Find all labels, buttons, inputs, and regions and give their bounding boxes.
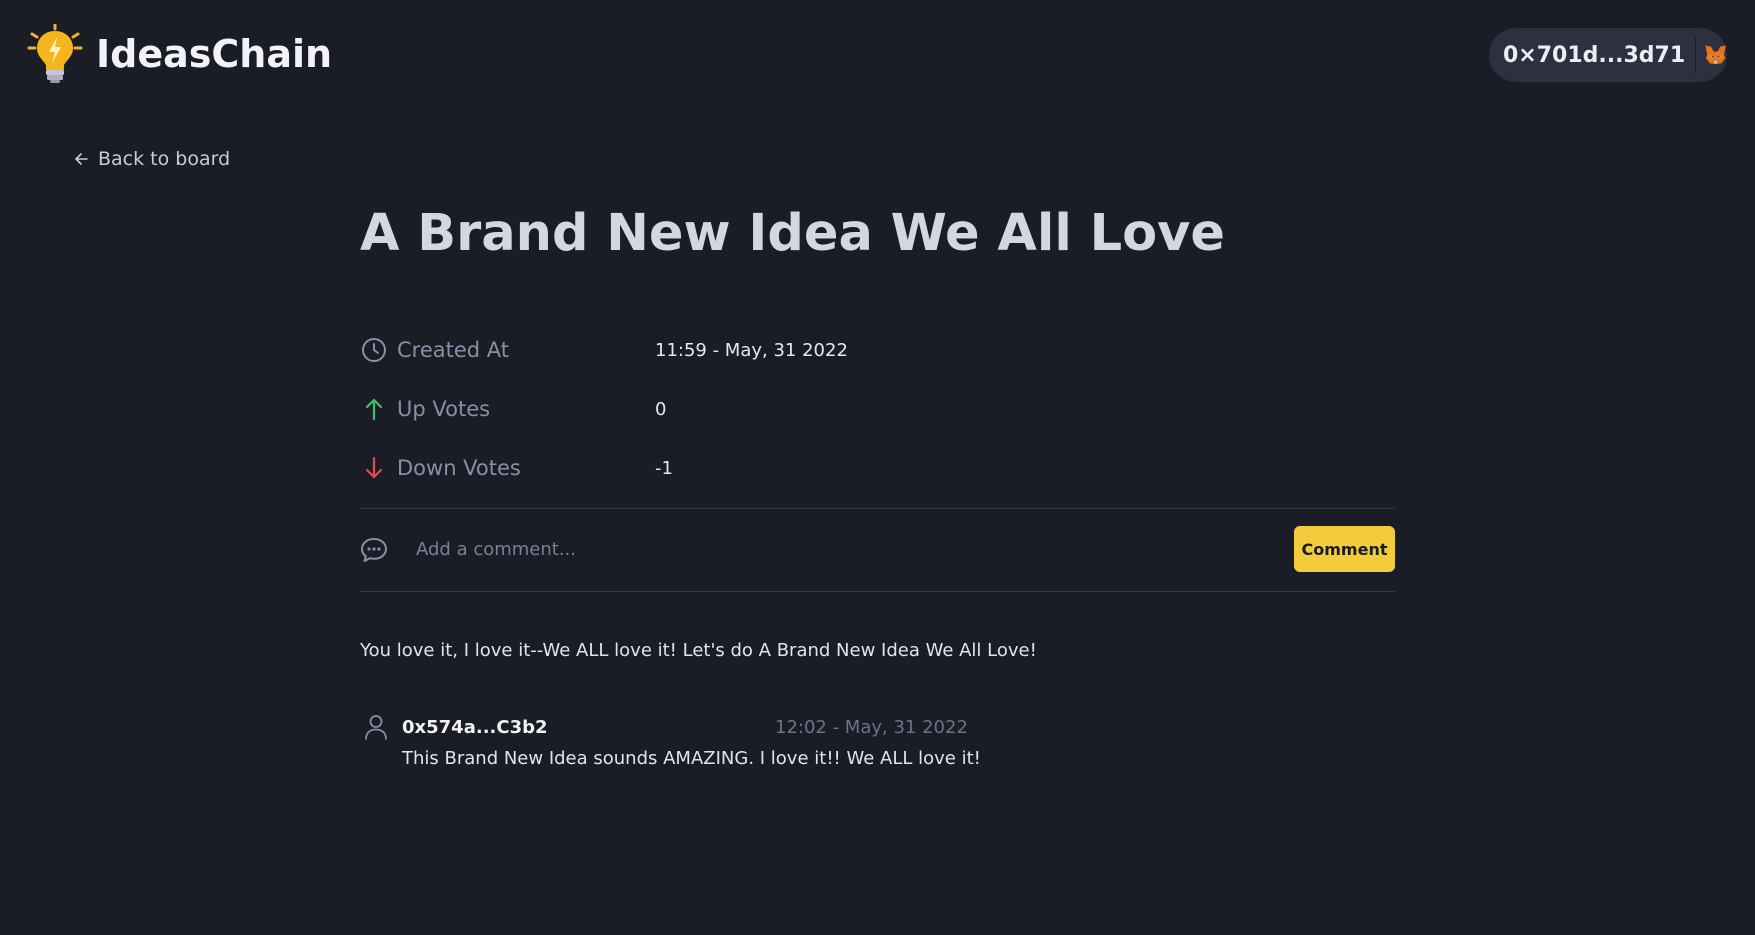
comment-timestamp: 12:02 - May, 31 2022 [775,717,968,738]
lightbulb-icon [27,24,83,83]
chat-bubble-icon [361,538,387,562]
arrow-up-icon [360,395,388,423]
wallet-divider [1695,37,1696,73]
up-votes-value: 0 [655,398,667,420]
wallet-address: 0×701d...3d71 [1503,42,1686,68]
comment-form: Comment [360,510,1395,588]
back-to-board-link[interactable]: Back to board [74,148,230,170]
clock-icon [360,336,388,364]
comment-text: This Brand New Idea sounds AMAZING. I lo… [402,748,981,769]
arrow-down-icon [360,454,388,482]
divider [360,508,1395,509]
meta-label: Up Votes [397,397,491,421]
meta-row-created-at: Created At 11:59 - May, 31 2022 [360,333,1080,367]
metamask-fox-icon [1705,45,1726,65]
app-header: IdeasChain 0×701d...3d71 [0,0,1755,110]
created-at-value: 11:59 - May, 31 2022 [655,339,848,361]
back-link-label: Back to board [98,148,231,170]
comment-button[interactable]: Comment [1294,526,1395,572]
arrow-left-icon [75,153,88,165]
comment-item: 0x574a...C3b2 12:02 - May, 31 2022 This … [360,712,981,772]
divider [360,591,1395,592]
app-logo[interactable]: IdeasChain [26,24,332,84]
user-icon [365,715,387,740]
meta-row-down-votes: Down Votes -1 [360,451,1080,485]
app-name: IdeasChain [96,32,333,76]
meta-label: Down Votes [397,456,521,480]
meta-label: Created At [397,338,510,362]
idea-title: A Brand New Idea We All Love [360,204,1225,263]
meta-row-up-votes: Up Votes 0 [360,392,1080,426]
idea-description: You love it, I love it--We ALL love it! … [360,640,1037,661]
down-votes-value: -1 [655,457,673,479]
comment-author[interactable]: 0x574a...C3b2 [402,717,548,738]
comment-input[interactable] [414,528,1118,570]
wallet-button[interactable]: 0×701d...3d71 [1489,28,1727,82]
